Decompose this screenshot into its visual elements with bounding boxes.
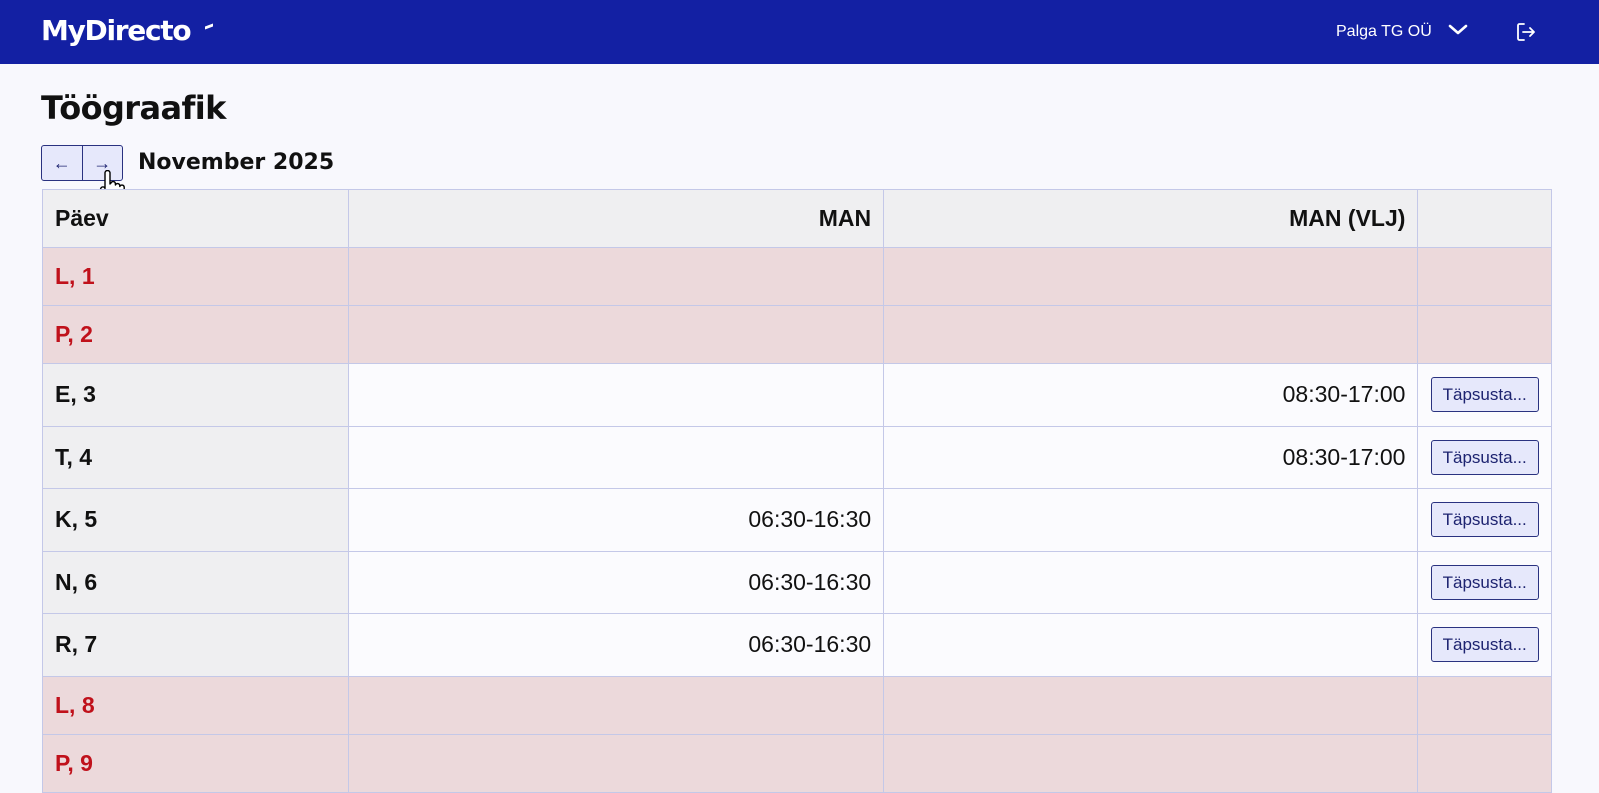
man-cell: 06:30-16:30 bbox=[347, 613, 885, 677]
top-bar: MyDirecto Palga TG OÜ bbox=[0, 0, 1599, 64]
page-title: Töögraafik bbox=[41, 89, 226, 127]
man-vlj-cell bbox=[883, 247, 1419, 306]
action-cell: Täpsusta... bbox=[1417, 488, 1552, 552]
man-cell bbox=[347, 363, 885, 427]
column-header-day: Päev bbox=[42, 189, 349, 248]
man-vlj-cell bbox=[883, 733, 1419, 793]
man-cell bbox=[347, 425, 885, 489]
logout-icon[interactable] bbox=[1515, 21, 1537, 43]
schedule-table: Päev MAN MAN (VLJ) L, 1 P, 2 E, 3 08:30-… bbox=[42, 189, 1552, 793]
action-cell bbox=[1417, 675, 1552, 735]
action-cell: Täpsusta... bbox=[1417, 613, 1552, 677]
day-cell: R, 7 bbox=[42, 613, 349, 677]
table-row: P, 9 bbox=[42, 733, 1552, 793]
day-cell: L, 1 bbox=[42, 247, 349, 306]
refine-button[interactable]: Täpsusta... bbox=[1430, 564, 1539, 600]
day-cell: P, 9 bbox=[42, 733, 349, 793]
table-row: E, 3 08:30-17:00 Täpsusta... bbox=[42, 363, 1552, 427]
action-cell: Täpsusta... bbox=[1417, 550, 1552, 614]
man-vlj-cell bbox=[883, 613, 1419, 677]
man-vlj-cell bbox=[883, 550, 1419, 614]
day-cell: K, 5 bbox=[42, 488, 349, 552]
man-cell: 06:30-16:30 bbox=[347, 488, 885, 552]
man-cell bbox=[347, 305, 885, 364]
man-cell: 06:30-16:30 bbox=[347, 550, 885, 614]
logo[interactable]: MyDirecto bbox=[41, 14, 192, 48]
refine-button[interactable]: Täpsusta... bbox=[1430, 502, 1539, 538]
table-row: R, 7 06:30-16:30 Täpsusta... bbox=[42, 613, 1552, 677]
man-cell bbox=[347, 247, 885, 306]
man-cell bbox=[347, 733, 885, 793]
chevron-down-icon[interactable] bbox=[1447, 22, 1469, 38]
action-cell bbox=[1417, 305, 1552, 364]
column-header-actions bbox=[1417, 189, 1552, 248]
previous-month-button[interactable]: ← bbox=[41, 145, 83, 181]
table-row: K, 5 06:30-16:30 Täpsusta... bbox=[42, 488, 1552, 552]
man-cell bbox=[347, 675, 885, 735]
column-header-man: MAN bbox=[347, 189, 885, 248]
refine-button[interactable]: Täpsusta... bbox=[1430, 627, 1539, 663]
man-vlj-cell: 08:30-17:00 bbox=[883, 425, 1419, 489]
day-cell: E, 3 bbox=[42, 363, 349, 427]
man-vlj-cell bbox=[883, 675, 1419, 735]
day-cell: N, 6 bbox=[42, 550, 349, 614]
day-cell: T, 4 bbox=[42, 425, 349, 489]
action-cell bbox=[1417, 247, 1552, 306]
refine-button[interactable]: Täpsusta... bbox=[1430, 439, 1539, 475]
day-cell: L, 8 bbox=[42, 675, 349, 735]
table-row: P, 2 bbox=[42, 305, 1552, 364]
column-header-man-vlj: MAN (VLJ) bbox=[883, 189, 1419, 248]
action-cell bbox=[1417, 733, 1552, 793]
refine-button[interactable]: Täpsusta... bbox=[1430, 377, 1539, 413]
table-row: L, 1 bbox=[42, 247, 1552, 306]
table-row: T, 4 08:30-17:00 Täpsusta... bbox=[42, 425, 1552, 489]
action-cell: Täpsusta... bbox=[1417, 363, 1552, 427]
day-cell: P, 2 bbox=[42, 305, 349, 364]
table-header-row: Päev MAN MAN (VLJ) bbox=[42, 189, 1552, 248]
table-row: N, 6 06:30-16:30 Täpsusta... bbox=[42, 550, 1552, 614]
company-name[interactable]: Palga TG OÜ bbox=[1336, 20, 1432, 44]
table-row: L, 8 bbox=[42, 675, 1552, 735]
man-vlj-cell: 08:30-17:00 bbox=[883, 363, 1419, 427]
action-cell: Täpsusta... bbox=[1417, 425, 1552, 489]
man-vlj-cell bbox=[883, 488, 1419, 552]
man-vlj-cell bbox=[883, 305, 1419, 364]
current-month: November 2025 bbox=[138, 150, 335, 175]
logo-mark bbox=[205, 23, 213, 33]
schedule-body: L, 1 P, 2 E, 3 08:30-17:00 Täpsusta... T… bbox=[42, 247, 1552, 793]
